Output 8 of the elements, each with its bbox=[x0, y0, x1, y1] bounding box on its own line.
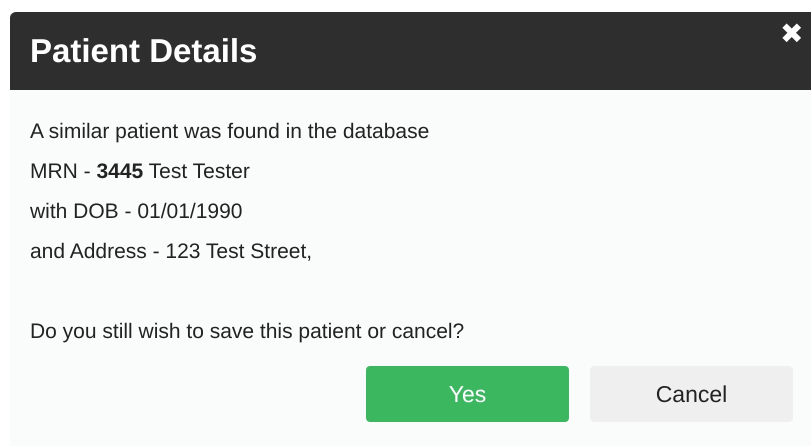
close-button[interactable]: ✖ bbox=[780, 20, 803, 48]
cancel-button[interactable]: Cancel bbox=[590, 366, 793, 422]
message-line: MRN - 3445 Test Tester bbox=[30, 159, 251, 185]
message-line: A similar patient was found in the database bbox=[30, 119, 430, 145]
dialog-title: Patient Details bbox=[30, 31, 258, 72]
question-text: Do you still wish to save this patient or cancel? bbox=[30, 319, 466, 345]
message-line: and Address - 123 Test Street, bbox=[30, 239, 314, 265]
message-line: with DOB - 01/01/1990 bbox=[30, 199, 244, 225]
